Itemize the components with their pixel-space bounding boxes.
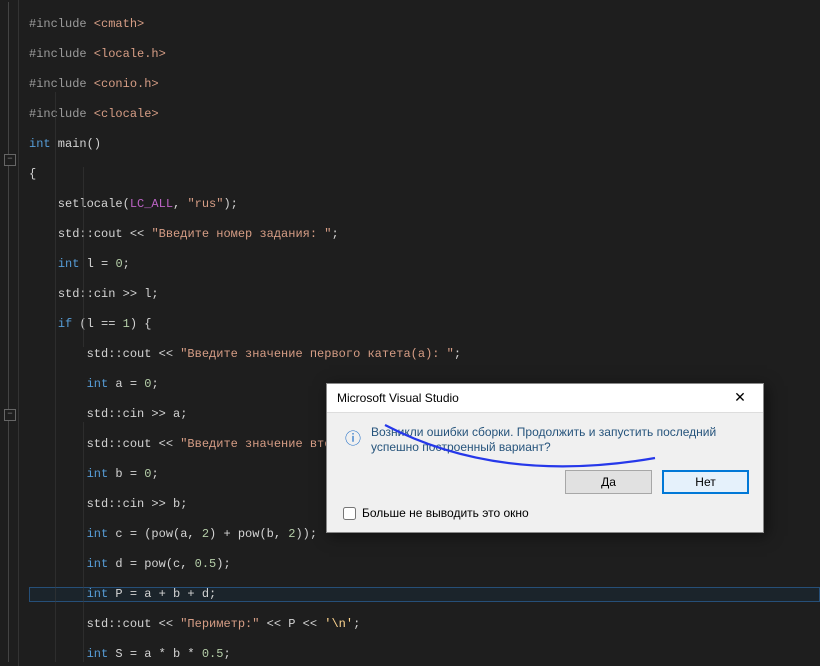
- info-icon: ⓘ: [345, 425, 371, 455]
- suppress-label[interactable]: Больше не выводить это окно: [362, 506, 529, 520]
- code-area[interactable]: #include <cmath> #include <locale.h> #in…: [19, 0, 820, 666]
- dialog-title: Microsoft Visual Studio: [337, 391, 723, 405]
- yes-button[interactable]: Да: [565, 470, 652, 494]
- fold-icon[interactable]: −: [4, 154, 16, 166]
- fold-icon[interactable]: −: [4, 409, 16, 421]
- dialog-titlebar: Microsoft Visual Studio ✕: [327, 384, 763, 413]
- build-error-dialog: Microsoft Visual Studio ✕ ⓘ Возникли оши…: [326, 383, 764, 533]
- gutter: − −: [0, 0, 19, 666]
- code-editor[interactable]: − − #include <cmath> #include <locale.h>…: [0, 0, 820, 666]
- dialog-message: Возникли ошибки сборки. Продолжить и зап…: [371, 425, 749, 455]
- close-icon[interactable]: ✕: [723, 387, 757, 409]
- suppress-checkbox[interactable]: [343, 507, 356, 520]
- no-button[interactable]: Нет: [662, 470, 749, 494]
